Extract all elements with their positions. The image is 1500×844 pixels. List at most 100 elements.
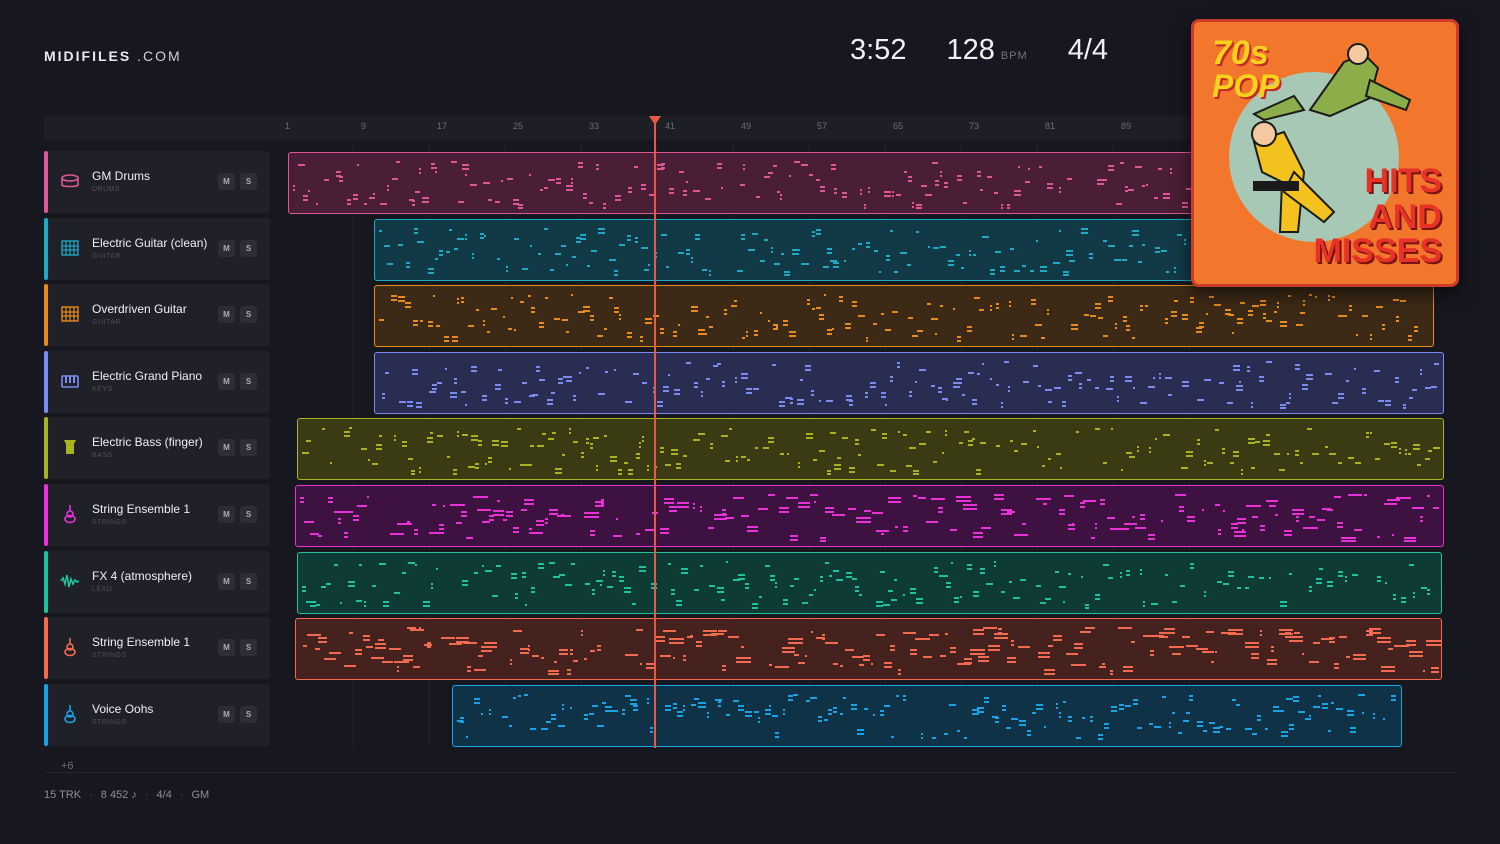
midi-clip[interactable] (295, 618, 1442, 680)
midi-clip[interactable] (452, 685, 1402, 747)
track-name: String Ensemble 1 (92, 635, 191, 649)
ruler-tick: 65 (893, 121, 904, 131)
track-name: GM Drums (92, 169, 150, 183)
track-name: Overdriven Guitar (92, 302, 187, 316)
note-pattern (379, 294, 1418, 342)
solo-button[interactable]: S (240, 306, 257, 323)
track-header[interactable]: GM Drums DRUMS M S (44, 151, 270, 213)
track-name: Electric Grand Piano (92, 369, 203, 383)
solo-button[interactable]: S (240, 573, 257, 590)
solo-button[interactable]: S (240, 706, 257, 723)
bass-icon (60, 437, 80, 457)
guitar-icon (60, 238, 80, 258)
midi-clip[interactable] (297, 552, 1442, 614)
track-category: STRINGS (92, 519, 127, 526)
solo-button[interactable]: S (240, 639, 257, 656)
note-pattern (303, 627, 1441, 675)
mute-button[interactable]: M (218, 439, 235, 456)
playhead[interactable] (654, 122, 656, 748)
solo-button[interactable]: S (240, 240, 257, 257)
track-header[interactable]: String Ensemble 1 STRINGS M S (44, 617, 270, 679)
violin-icon (60, 704, 80, 724)
ruler-tick: 9 (361, 121, 367, 131)
more-tracks-count[interactable]: +6 (61, 760, 74, 772)
brand-name: MIDIFILES (44, 48, 132, 64)
track-color-bar (44, 351, 48, 413)
ruler-tick: 73 (969, 121, 980, 131)
footer-stats: 15 TRK · 8 452 ♪ · 4/4 · GM (44, 789, 210, 801)
track-color-bar (44, 551, 48, 613)
footer-divider (44, 772, 1456, 773)
ruler-tick: 25 (513, 121, 524, 131)
time-signature: 4/4 (1067, 34, 1109, 66)
ruler-tick: 41 (665, 121, 676, 131)
note-pattern (302, 427, 1440, 475)
tempo-unit: BPM (1000, 50, 1028, 62)
solo-button[interactable]: S (240, 373, 257, 390)
track-header[interactable]: Voice Oohs STRINGS M S (44, 684, 270, 746)
track-color-bar (44, 617, 48, 679)
ruler-tick: 1 (285, 121, 291, 131)
track-name: String Ensemble 1 (92, 502, 191, 516)
track-color-bar (44, 417, 48, 479)
mute-button[interactable]: M (218, 240, 235, 257)
track-category: DRUMS (92, 186, 121, 193)
track-category: BASS (92, 452, 113, 459)
tempo: 128 (946, 34, 995, 66)
note-count: 8 452 ♪ (100, 789, 137, 801)
track-header[interactable]: Electric Bass (finger) BASS M S (44, 417, 270, 479)
track-category: STRINGS (92, 652, 127, 659)
drum-icon (60, 171, 80, 191)
duration: 3:52 (850, 34, 907, 66)
track-header[interactable]: Overdriven Guitar GUITAR M S (44, 284, 270, 346)
mute-button[interactable]: M (218, 639, 235, 656)
guitar-icon (60, 304, 80, 324)
track-category: GUITAR (92, 319, 121, 326)
album-cover: 70s POP HITS AND MISSES (1191, 19, 1459, 287)
track-name: Electric Guitar (clean) (92, 236, 208, 250)
midi-clip[interactable] (374, 285, 1434, 347)
track-category: GUITAR (92, 253, 121, 260)
track-header[interactable]: Electric Grand Piano KEYS M S (44, 351, 270, 413)
footer-time-sig: 4/4 (156, 789, 172, 801)
violin-icon (60, 637, 80, 657)
track-header[interactable]: String Ensemble 1 STRINGS M S (44, 484, 270, 546)
album-title-hits: HITS (1364, 162, 1442, 200)
ruler-tick: 89 (1121, 121, 1132, 131)
midi-clip[interactable] (374, 352, 1444, 414)
solo-button[interactable]: S (240, 439, 257, 456)
ruler-tick: 17 (437, 121, 448, 131)
track-header[interactable]: Electric Guitar (clean) GUITAR M S (44, 218, 270, 280)
album-title-pop: POP (1212, 68, 1280, 104)
violin-icon (60, 504, 80, 524)
note-pattern (457, 694, 1396, 740)
ruler-tick: 57 (817, 121, 828, 131)
note-pattern (302, 561, 1430, 609)
ruler-tick: 33 (589, 121, 600, 131)
mute-button[interactable]: M (218, 506, 235, 523)
track-color-bar (44, 218, 48, 280)
mute-button[interactable]: M (218, 573, 235, 590)
track-name: Voice Oohs (92, 702, 154, 716)
note-pattern (300, 494, 1439, 542)
solo-button[interactable]: S (240, 173, 257, 190)
mute-button[interactable]: M (218, 373, 235, 390)
solo-button[interactable]: S (240, 506, 257, 523)
piano-icon (60, 371, 80, 391)
mute-button[interactable]: M (218, 306, 235, 323)
mute-button[interactable]: M (218, 173, 235, 190)
album-title-misses: MISSES (1313, 232, 1442, 270)
ruler-tick: 49 (741, 121, 752, 131)
track-color-bar (44, 484, 48, 546)
track-name: Electric Bass (finger) (92, 435, 203, 449)
song-stats: 3:52 128 BPM 4/4 (850, 34, 1108, 67)
track-category: KEYS (92, 386, 113, 393)
mute-button[interactable]: M (218, 706, 235, 723)
track-header[interactable]: FX 4 (atmosphere) LEAD M S (44, 551, 270, 613)
track-category: STRINGS (92, 719, 127, 726)
midi-clip[interactable] (295, 485, 1444, 547)
brand-suffix: .COM (137, 48, 182, 64)
track-color-bar (44, 151, 48, 213)
midi-clip[interactable] (297, 418, 1444, 480)
midi-standard: GM (191, 789, 210, 801)
